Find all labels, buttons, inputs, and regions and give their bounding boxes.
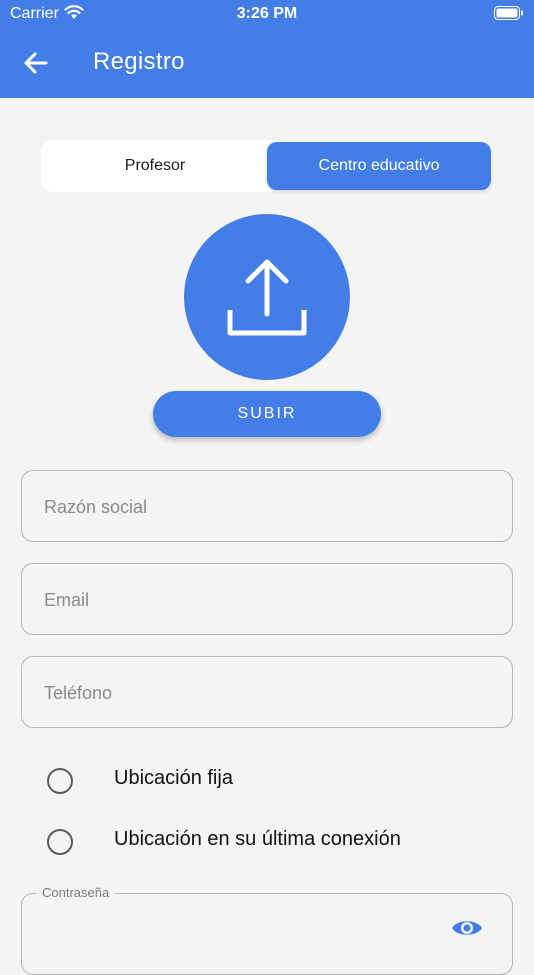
radio-unselected-icon xyxy=(47,768,73,794)
upload-icon xyxy=(227,259,307,336)
email-field xyxy=(21,563,513,636)
radio-ubicacion-fija[interactable]: Ubicación fija xyxy=(45,766,345,798)
radio-ubicacion-ultima-conexion[interactable]: Ubicación en su última conexión xyxy=(45,827,465,859)
telefono-field xyxy=(21,656,513,729)
password-label: Contraseña xyxy=(36,885,116,900)
password-field[interactable]: Contraseña xyxy=(21,885,513,975)
app-bar: Registro xyxy=(0,28,534,98)
page-title: Registro xyxy=(93,48,185,75)
telefono-input[interactable] xyxy=(42,657,486,729)
razon-social-field xyxy=(21,470,513,543)
back-arrow-icon[interactable] xyxy=(22,49,50,77)
eye-icon[interactable] xyxy=(450,916,484,945)
subir-button[interactable]: SUBIR xyxy=(153,391,381,437)
email-input[interactable] xyxy=(42,564,486,636)
status-bar: Carrier 3:26 PM xyxy=(0,0,534,28)
clock: 3:26 PM xyxy=(236,5,298,22)
radio-label: Ubicación en su última conexión xyxy=(114,828,401,850)
user-type-segmented-control: Profesor Centro educativo xyxy=(41,140,493,192)
razon-social-input[interactable] xyxy=(42,471,486,543)
battery-icon xyxy=(494,6,524,25)
radio-unselected-icon xyxy=(47,829,73,855)
segment-profesor[interactable]: Profesor xyxy=(43,142,267,190)
radio-label: Ubicación fija xyxy=(114,767,233,789)
upload-image-button[interactable] xyxy=(184,214,350,380)
segment-centro-educativo[interactable]: Centro educativo xyxy=(267,142,491,190)
